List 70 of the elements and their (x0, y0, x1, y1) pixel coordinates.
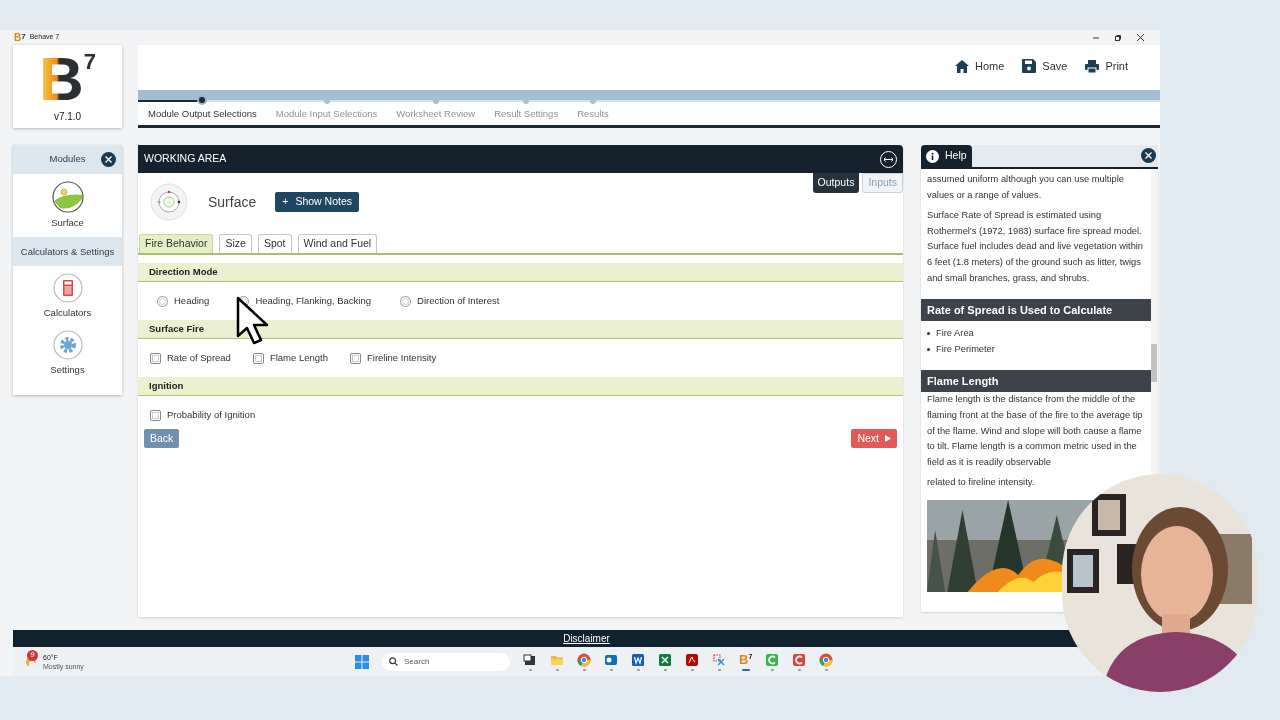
save-icon (1022, 59, 1037, 73)
help-paragraph: Flame length is the distance from the middle of the flaming front at the base of the fire to the average tip of the flame. Wind and slope will both cause a flame to tilt. Flame length is a common metric used in the field as it is readily observable (926, 393, 1144, 469)
search-icon (389, 657, 398, 666)
checkbox-option[interactable]: Fireline Intensity (350, 350, 437, 366)
toolbar-button[interactable]: Save (1022, 57, 1068, 75)
help-section-header: Flame Length (921, 370, 1151, 393)
section-title: Direction Mode (149, 264, 218, 279)
minimize-icon[interactable] (1093, 34, 1099, 41)
target-icon (150, 183, 188, 221)
tab[interactable]: Spot (257, 234, 292, 253)
calculator-icon (52, 273, 83, 304)
radio-option[interactable]: Direction of Interest (393, 293, 500, 309)
section-title: Ignition (149, 378, 184, 393)
browser-icon[interactable] (819, 652, 834, 667)
browser-icon[interactable] (577, 652, 591, 667)
checkbox-option[interactable]: Flame Length (252, 350, 328, 366)
close-icon (105, 156, 112, 163)
show-notes-button[interactable]: + Show Notes (275, 192, 359, 212)
checkbox-option[interactable]: Rate of Spread (150, 350, 231, 366)
close-icon (1145, 152, 1152, 159)
task-view-icon[interactable] (523, 652, 537, 667)
help-paragraph: Surface Rate of Spread is estimated using Rothermel's (1972, 1983) surface fire spread model. Surface fuel includes dead and live vegetation within 6 feet (1.8 meters) of the ground such as litter, twigs and small branches, grass, and shrubs. (926, 209, 1145, 285)
help-section-header: Rate of Spread is Used to Calculate (921, 299, 1151, 322)
help-paragraph: related to fireline intensity. (926, 476, 1036, 490)
help-paragraph: assumed uniform although you can use multiple values or a range of values. (926, 173, 1125, 202)
close-button[interactable] (101, 152, 116, 167)
letter-c-app-icon[interactable] (765, 652, 780, 667)
tab[interactable]: Fire Behavior (139, 234, 214, 253)
spreadsheet-icon[interactable] (658, 652, 672, 667)
letter-c-app-icon[interactable] (792, 652, 807, 667)
help-list-item: Fire Area (927, 326, 1151, 342)
sidebar-title: Calculators & Settings (20, 244, 115, 259)
version-label: v7.1.0 (53, 110, 82, 124)
sidebar-title: Modules (49, 152, 86, 167)
checkbox-option[interactable]: Probability of Ignition (150, 407, 256, 423)
panel-title: WORKING AREA (144, 151, 227, 167)
radio-option[interactable]: Heading (150, 293, 210, 309)
next-button[interactable]: Next (851, 429, 897, 448)
mail-icon[interactable] (604, 652, 618, 667)
help-list-item: Fire Perimeter (927, 341, 1151, 358)
windows-start-icon[interactable] (355, 654, 369, 669)
step-tab[interactable]: Module Output Selections (148, 108, 257, 120)
printer-icon (1085, 59, 1100, 73)
play-icon (885, 435, 891, 442)
module-title: Surface (208, 192, 257, 212)
close-button[interactable] (1141, 148, 1156, 163)
sidebar-item[interactable]: Settings (13, 329, 122, 377)
sidebar-item[interactable]: Surface (13, 181, 122, 231)
toolbar-button[interactable]: Print (1085, 57, 1128, 75)
landscape-icon (51, 181, 84, 213)
pdf-icon[interactable] (685, 652, 699, 667)
disclaimer-link[interactable]: Disclaimer (563, 631, 610, 646)
view-toggle-button[interactable]: Outputs (812, 173, 860, 193)
notification-badge: 9 (27, 649, 38, 661)
section-title: Surface Fire (149, 321, 204, 336)
help-tab[interactable]: Help (921, 145, 972, 167)
toolbar-button[interactable]: Home (954, 57, 1005, 75)
document-icon[interactable] (631, 652, 645, 667)
scrollbar-thumb[interactable] (1151, 344, 1157, 382)
tab[interactable]: Size (219, 234, 252, 253)
restore-icon[interactable] (1115, 34, 1121, 41)
search-field[interactable]: Search (382, 652, 510, 671)
tab[interactable]: Wind and Fuel (297, 234, 378, 253)
home-icon (954, 59, 969, 73)
close-icon[interactable] (1137, 34, 1144, 41)
gear-icon (52, 329, 83, 360)
sidebar-item[interactable]: Calculators (13, 273, 122, 321)
info-icon (926, 149, 939, 163)
expand-icon (884, 156, 893, 162)
scissors-icon[interactable] (712, 652, 726, 667)
